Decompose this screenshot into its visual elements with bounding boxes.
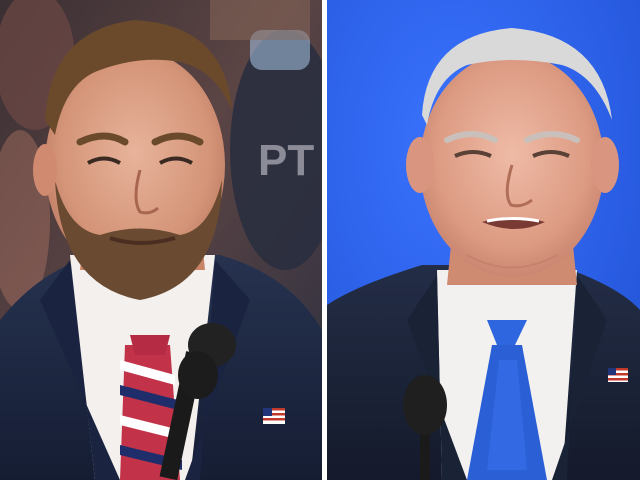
left-photo-panel: PT (0, 0, 322, 480)
flag-pin-icon (608, 368, 628, 382)
left-photo: PT (0, 0, 322, 480)
background-sign-fragment: PT (258, 136, 314, 185)
right-photo-panel (327, 0, 640, 480)
flag-pin-icon (263, 408, 285, 424)
right-photo (327, 0, 640, 480)
